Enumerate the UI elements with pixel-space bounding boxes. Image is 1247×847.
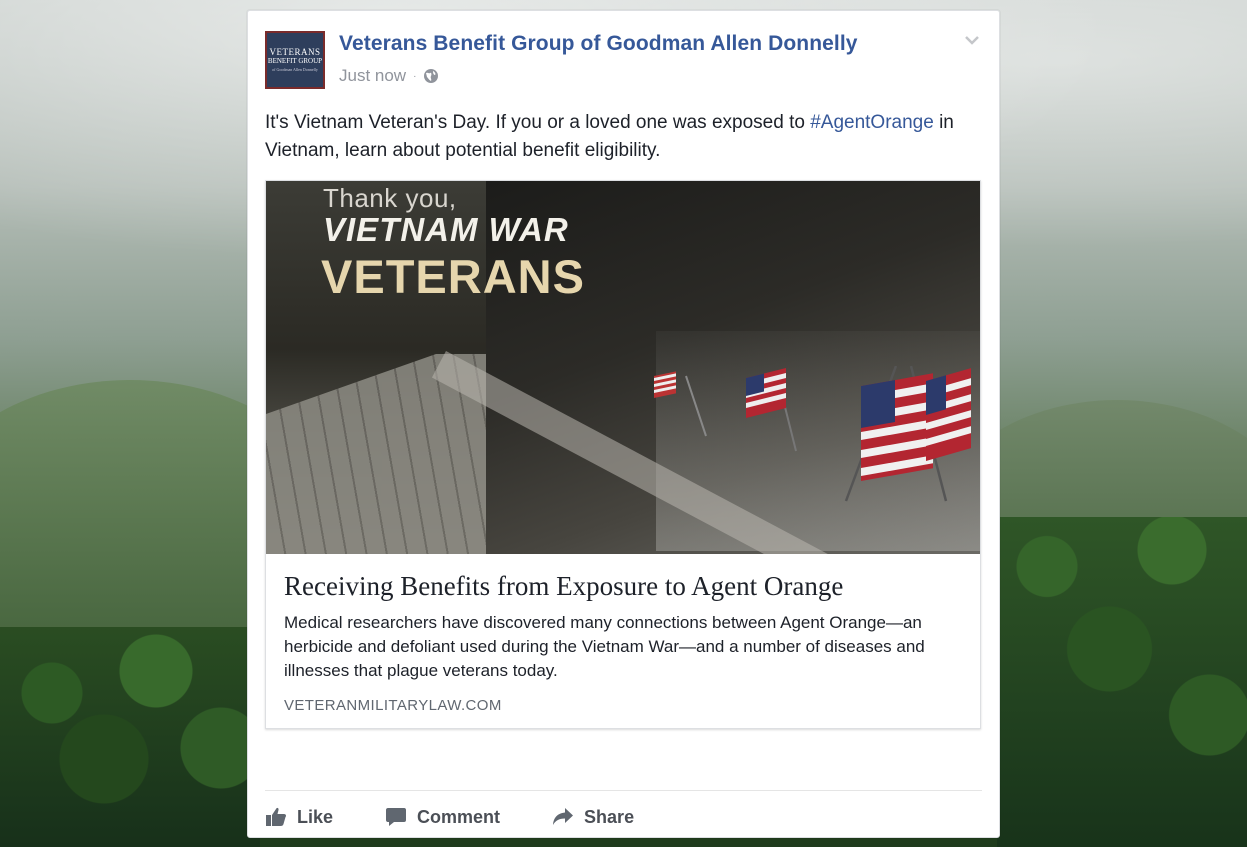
comment-button[interactable]: Comment: [385, 807, 500, 828]
actions-divider: [265, 790, 982, 791]
meta-separator: ·: [413, 70, 417, 82]
post-text-part-1: It's Vietnam Veteran's Day. If you or a …: [265, 112, 811, 133]
thumbs-up-icon: [266, 807, 286, 826]
share-icon: [553, 808, 574, 825]
avatar-line-1: VETERANS: [269, 47, 321, 57]
like-button[interactable]: Like: [265, 807, 333, 828]
link-title[interactable]: Receiving Benefits from Exposure to Agen…: [284, 571, 843, 602]
flag-icon: [654, 366, 971, 502]
link-domain: VETERANMILITARYLAW.COM: [284, 697, 502, 714]
post-meta: Just now ·: [339, 66, 439, 86]
page-name-link[interactable]: Veterans Benefit Group of Goodman Allen …: [339, 32, 858, 56]
facebook-post-card: VETERANS BENEFIT GROUP of Goodman Allen …: [247, 10, 1000, 838]
share-label: Share: [584, 806, 635, 827]
post-body: It's Vietnam Veteran's Day. If you or a …: [265, 109, 965, 165]
comment-label: Comment: [417, 806, 501, 827]
image-caption-line-3: VETERANS: [321, 250, 585, 303]
image-caption-line-1: Thank you,: [323, 183, 457, 213]
avatar-line-3: of Goodman Allen Donnelly: [272, 67, 318, 72]
comment-icon: [386, 808, 407, 826]
avatar-line-2: BENEFIT GROUP: [267, 57, 323, 65]
link-preview-card[interactable]: Thank you, VIETNAM WAR VETERANS Receivin…: [265, 180, 981, 729]
link-preview-image[interactable]: Thank you, VIETNAM WAR VETERANS: [266, 181, 980, 554]
chevron-down-icon[interactable]: [963, 33, 981, 47]
hashtag-link[interactable]: #AgentOrange: [810, 112, 934, 133]
image-caption-line-2: VIETNAM WAR: [323, 211, 569, 248]
page-avatar[interactable]: VETERANS BENEFIT GROUP of Goodman Allen …: [265, 31, 325, 89]
share-button[interactable]: Share: [552, 807, 634, 828]
post-timestamp[interactable]: Just now: [339, 66, 406, 86]
post-actions-bar: Like Comment Share: [265, 801, 686, 833]
link-description: Medical researchers have discovered many…: [284, 613, 925, 680]
globe-icon[interactable]: [423, 68, 439, 84]
like-label: Like: [297, 806, 334, 827]
